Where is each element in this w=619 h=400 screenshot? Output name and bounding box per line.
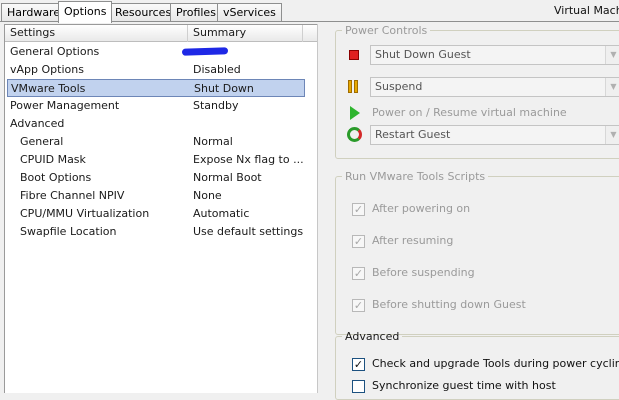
vmware-tools-settings: Power Controls Shut Down Guest ▼ Suspend… (333, 24, 619, 400)
before-shutting-down-label: Before shutting down Guest (372, 298, 526, 311)
tab-profiles[interactable]: Profiles (170, 3, 222, 22)
restart-select[interactable]: Restart Guest ▼ (370, 125, 619, 145)
play-icon (350, 106, 360, 120)
power-on-label: Power on / Resume virtual machine (372, 106, 567, 119)
power-controls-title: Power Controls (345, 24, 428, 37)
power-on-row: Power on / Resume virtual machine (346, 103, 619, 123)
suspend-select[interactable]: Suspend ▼ (370, 77, 619, 97)
list-item-fibre-channel-npiv[interactable]: Fibre Channel NPIV None (5, 187, 317, 205)
setting-summary: Shut Down (194, 82, 254, 95)
tools-scripts-group: Run VMware Tools Scripts ✓ After powerin… (335, 170, 619, 335)
list-item-cpu-mmu-virtualization[interactable]: CPU/MMU Virtualization Automatic (5, 205, 317, 223)
list-item-power-management[interactable]: Power Management Standby (5, 97, 317, 115)
tab-bar: Hardware Options Resources Profiles vSer… (0, 0, 619, 23)
power-controls-group: Power Controls Shut Down Guest ▼ Suspend… (335, 24, 619, 159)
setting-name: General Options (10, 45, 100, 58)
restart-select-value: Restart Guest (375, 128, 451, 141)
advanced-group: Advanced ✓ Check and upgrade Tools durin… (335, 330, 619, 400)
after-powering-on-checkbox[interactable]: ✓ (352, 203, 365, 216)
chevron-down-icon[interactable]: ▼ (605, 126, 619, 144)
setting-name: Power Management (10, 99, 120, 112)
setting-summary: Expose Nx flag to ... (193, 153, 304, 166)
setting-summary: Disabled (193, 63, 241, 76)
setting-name: vApp Options (10, 63, 84, 76)
list-item-swapfile-location[interactable]: Swapfile Location Use default settings (5, 223, 317, 241)
chevron-down-icon[interactable]: ▼ (605, 78, 619, 96)
tab-vservices[interactable]: vServices (217, 3, 282, 22)
after-resuming-label: After resuming (372, 234, 454, 247)
list-item-advanced[interactable]: Advanced (5, 115, 317, 133)
window-title: Virtual Machine (554, 4, 619, 17)
settings-column-header[interactable]: Settings (5, 25, 188, 42)
list-item-cpuid-mask[interactable]: CPUID Mask Expose Nx flag to ... (5, 151, 317, 169)
setting-summary: Use default settings (193, 225, 304, 238)
setting-name: VMware Tools (11, 82, 86, 95)
after-powering-on-row: ✓ After powering on (350, 200, 619, 218)
advanced-title: Advanced (345, 330, 400, 343)
redaction-scribble (181, 47, 229, 56)
setting-summary: Normal (193, 135, 233, 148)
list-item-general[interactable]: General Normal (5, 133, 317, 151)
suspend-row: Suspend ▼ (346, 77, 619, 97)
setting-name: Boot Options (20, 171, 92, 184)
list-item-vapp-options[interactable]: vApp Options Disabled (5, 61, 317, 79)
setting-name: General (20, 135, 64, 148)
shutdown-select[interactable]: Shut Down Guest ▼ (370, 45, 619, 65)
list-item-general-options[interactable]: General Options (5, 43, 317, 61)
sync-time-checkbox[interactable] (352, 380, 365, 393)
sync-time-row: Synchronize guest time with host (350, 377, 619, 395)
setting-summary: None (193, 189, 222, 202)
before-suspending-label: Before suspending (372, 266, 475, 279)
list-item-boot-options[interactable]: Boot Options Normal Boot (5, 169, 317, 187)
after-powering-on-label: After powering on (372, 202, 471, 215)
list-item-vmware-tools[interactable]: VMware Tools Shut Down (7, 79, 305, 97)
setting-summary: Automatic (193, 207, 250, 220)
pane-splitter[interactable] (317, 24, 333, 393)
tab-resources[interactable]: Resources (109, 3, 178, 22)
summary-column-header[interactable]: Summary (188, 25, 303, 42)
stop-icon (349, 50, 359, 60)
pause-icon (348, 80, 360, 94)
settings-list: Settings Summary General Options vApp Op… (4, 24, 317, 393)
after-resuming-checkbox[interactable]: ✓ (352, 235, 365, 248)
tab-hardware[interactable]: Hardware (1, 3, 67, 22)
setting-summary: Standby (193, 99, 239, 112)
list-header: Settings Summary (5, 25, 317, 42)
shutdown-row: Shut Down Guest ▼ (346, 45, 619, 65)
check-upgrade-label: Check and upgrade Tools during power cyc… (372, 357, 619, 370)
before-shutting-down-row: ✓ Before shutting down Guest (350, 296, 619, 314)
suspend-select-value: Suspend (375, 80, 423, 93)
restart-icon (347, 127, 362, 142)
setting-name: Swapfile Location (20, 225, 117, 238)
tools-scripts-title: Run VMware Tools Scripts (345, 170, 486, 183)
setting-name: CPU/MMU Virtualization (20, 207, 150, 220)
check-upgrade-row: ✓ Check and upgrade Tools during power c… (350, 355, 619, 373)
check-upgrade-checkbox[interactable]: ✓ (352, 358, 365, 371)
setting-name: Advanced (10, 117, 65, 130)
restart-row: Restart Guest ▼ (346, 125, 619, 145)
setting-name: Fibre Channel NPIV (20, 189, 125, 202)
setting-name: CPUID Mask (20, 153, 86, 166)
after-resuming-row: ✓ After resuming (350, 232, 619, 250)
setting-summary: Normal Boot (193, 171, 262, 184)
before-shutting-down-checkbox[interactable]: ✓ (352, 299, 365, 312)
before-suspending-checkbox[interactable]: ✓ (352, 267, 365, 280)
shutdown-select-value: Shut Down Guest (375, 48, 471, 61)
chevron-down-icon[interactable]: ▼ (605, 46, 619, 64)
before-suspending-row: ✓ Before suspending (350, 264, 619, 282)
sync-time-label: Synchronize guest time with host (372, 379, 556, 392)
tab-options[interactable]: Options (58, 1, 113, 23)
